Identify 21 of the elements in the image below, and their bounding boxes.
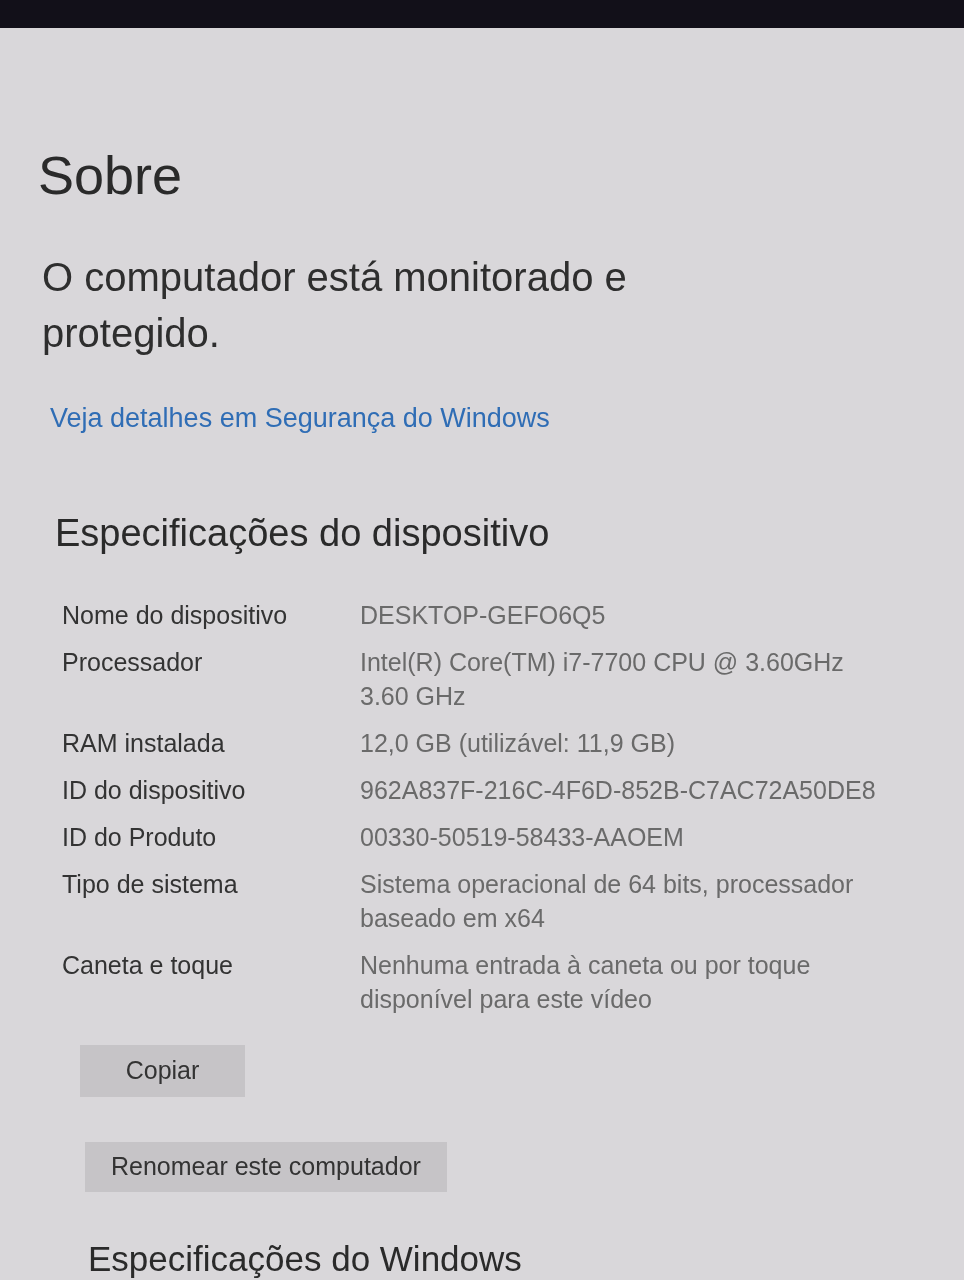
protection-status: O computador está monitorado e protegido.	[42, 254, 628, 357]
spec-value: Nenhuma entrada à caneta ou por toque disponível para este vídeo	[360, 950, 812, 1015]
section-heading: Especificações do dispositivo	[55, 511, 550, 555]
page-title: Sobre	[38, 145, 183, 205]
spec-value: 00330-50519-58433-AAOEM	[360, 822, 685, 853]
security-link[interactable]: Veja detalhes em Segurança do Windows	[50, 403, 550, 433]
spec-value: Sistema operacional de 64 bits, processador baseado em x64	[360, 869, 855, 934]
spec-label: Nome do dispositivo	[62, 600, 289, 631]
spec-label: Caneta e toque	[62, 950, 234, 981]
section-heading: Especificações do Windows	[88, 1240, 522, 1278]
spec-value: 12,0 GB (utilizável: 11,9 GB)	[360, 728, 676, 759]
spec-label: Tipo de sistema	[62, 869, 239, 900]
spec-value: 962A837F-216C-4F6D-852B-C7AC72A50DE8	[360, 775, 877, 806]
spec-label: ID do dispositivo	[62, 775, 247, 806]
spec-label: Processador	[62, 647, 204, 678]
copy-button[interactable]: Copiar	[80, 1045, 245, 1097]
spec-label: RAM instalada	[62, 728, 226, 759]
spec-label: ID do Produto	[62, 822, 218, 853]
rename-button[interactable]: Renomear este computador	[85, 1142, 447, 1192]
spec-value: DESKTOP-GEFO6Q5	[360, 600, 607, 631]
spec-value: Intel(R) Core(TM) i7-7700 CPU @ 3.60GHz 3.60 GHz	[360, 647, 845, 712]
